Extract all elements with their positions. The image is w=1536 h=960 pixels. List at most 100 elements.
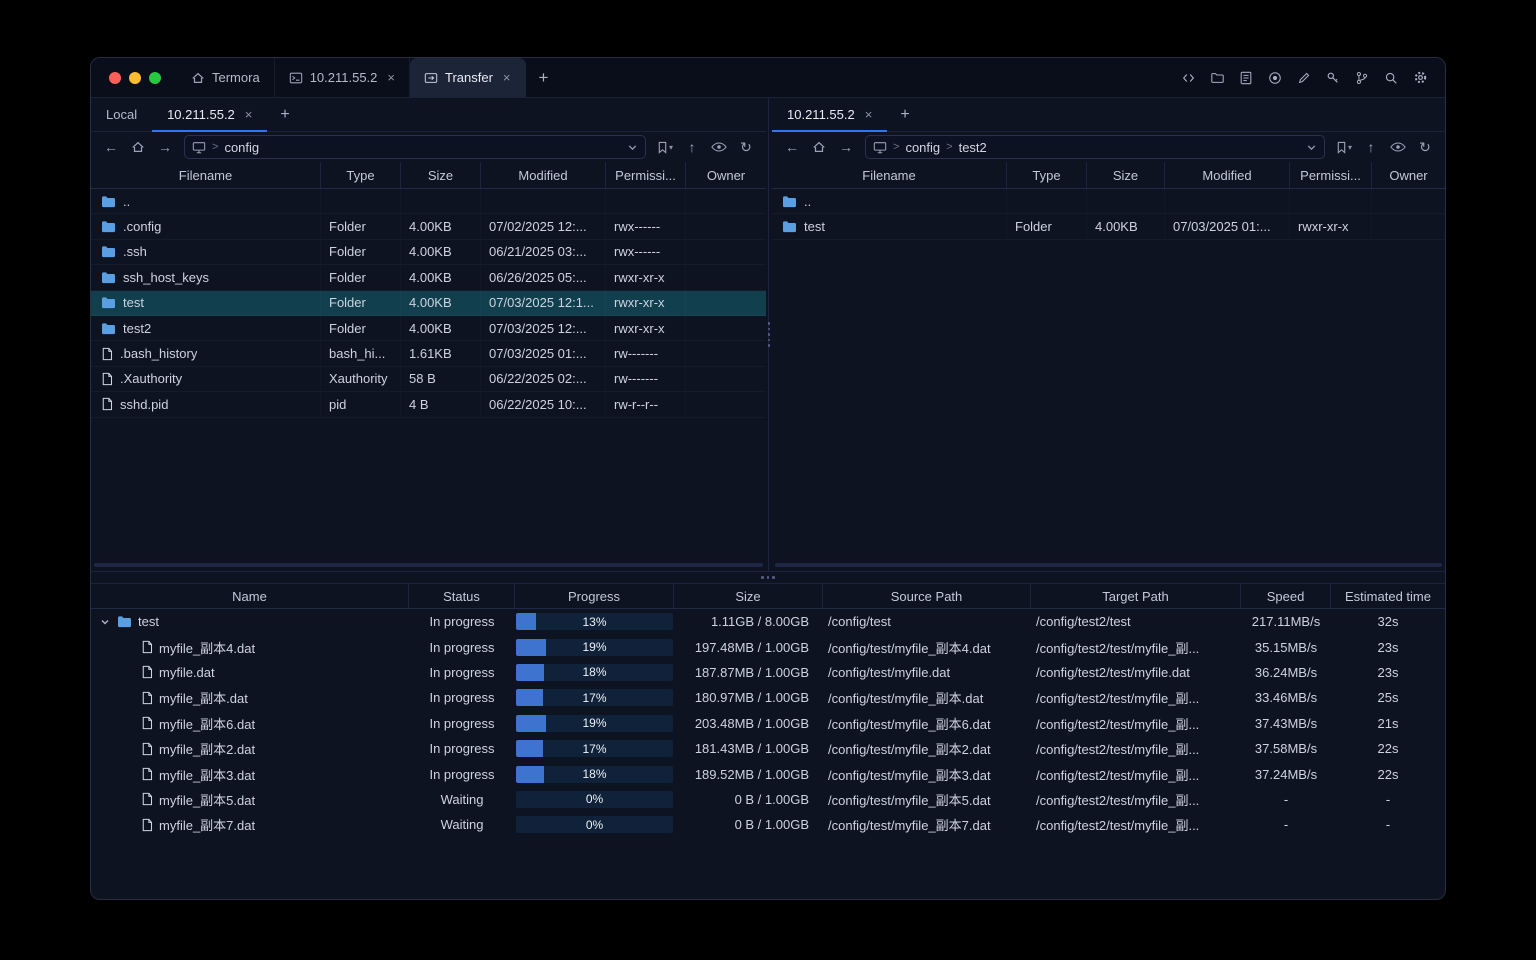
- splitter-handle-icon: [761, 576, 775, 579]
- transfer-row[interactable]: myfile_副本.dat In progress 17% 180.97MB / 1.…: [91, 685, 1445, 710]
- file-row[interactable]: test Folder 4.00KB 07/03/2025 12:1... rwxr-x…: [91, 290, 766, 316]
- file-icon: [101, 397, 113, 411]
- back-button[interactable]: ←: [99, 135, 123, 159]
- transfer-row[interactable]: myfile_副本5.dat Waiting 0% 0 B / 1.00GB/conf…: [91, 787, 1445, 812]
- transfer-row[interactable]: myfile_副本7.dat Waiting 0% 0 B / 1.00GB/conf…: [91, 812, 1445, 837]
- breadcrumb-item[interactable]: config: [905, 140, 940, 155]
- transfer-row[interactable]: myfile_副本3.dat In progress 18% 189.52MB / 1…: [91, 761, 1445, 786]
- transfer-row[interactable]: myfile_副本6.dat In progress 19% 203.48MB / 1…: [91, 711, 1445, 736]
- column-header-status[interactable]: Status: [409, 584, 515, 608]
- home-button[interactable]: [807, 135, 831, 159]
- column-header-permissi[interactable]: Permissi...: [1290, 162, 1372, 188]
- file-row[interactable]: sshd.pid pid 4 B 06/22/2025 10:... rw-r--r--: [91, 392, 766, 417]
- column-header-estimated-time[interactable]: Estimated time: [1331, 584, 1445, 608]
- transfer-row[interactable]: myfile.dat In progress 18% 187.87MB / 1.00G…: [91, 660, 1445, 685]
- breadcrumb-item[interactable]: config: [224, 140, 259, 155]
- tab-remote-10-211-55-2[interactable]: 10.211.55.2 ×: [152, 98, 268, 132]
- column-header-size[interactable]: Size: [401, 162, 481, 188]
- chevron-down-icon[interactable]: [627, 142, 638, 153]
- transfer-row[interactable]: test In progress 13% 1.11GB / 8.00GB/config…: [91, 609, 1445, 634]
- path-bar[interactable]: > config: [184, 135, 646, 159]
- column-header-size[interactable]: Size: [674, 584, 823, 608]
- edit-icon[interactable]: [1295, 69, 1313, 87]
- search-icon[interactable]: [1382, 69, 1400, 87]
- bookmark-button[interactable]: ▾: [1332, 135, 1356, 159]
- minimize-window-button[interactable]: [129, 71, 141, 84]
- column-header-type[interactable]: Type: [321, 162, 401, 188]
- path-bar[interactable]: > config > test2: [865, 135, 1325, 159]
- column-header-progress[interactable]: Progress: [515, 584, 674, 608]
- tab-transfer[interactable]: Transfer ×: [410, 58, 526, 97]
- column-header-owner[interactable]: Owner: [1372, 162, 1445, 188]
- estimated-time-cell: -: [1385, 791, 1391, 807]
- progress-bar: 18%: [516, 765, 673, 783]
- back-button[interactable]: ←: [780, 135, 804, 159]
- progress-cell: 13%: [515, 609, 674, 634]
- file-row[interactable]: ..: [772, 189, 1445, 214]
- column-header-type[interactable]: Type: [1007, 162, 1087, 188]
- new-pane-tab-button[interactable]: +: [887, 98, 922, 131]
- column-header-owner[interactable]: Owner: [686, 162, 766, 188]
- transfer-row[interactable]: myfile_副本4.dat In progress 19% 197.48MB / 1…: [91, 634, 1445, 659]
- file-row[interactable]: test Folder 4.00KB 07/03/2025 01:... rwxr-xr…: [772, 214, 1445, 239]
- show-hidden-button[interactable]: [1386, 135, 1410, 159]
- filename-cell: test: [772, 214, 1007, 238]
- forward-button[interactable]: →: [834, 135, 858, 159]
- horizontal-scrollbar[interactable]: [775, 563, 1442, 567]
- transfer-name-cell: myfile_副本2.dat: [91, 736, 409, 761]
- branch-icon[interactable]: [1353, 69, 1371, 87]
- parent-directory-button[interactable]: ↑: [1359, 135, 1383, 159]
- column-header-filename[interactable]: Filename: [772, 162, 1007, 188]
- column-header-target-path[interactable]: Target Path: [1031, 584, 1241, 608]
- file-row[interactable]: .ssh Folder 4.00KB 06/21/2025 03:... rwx----…: [91, 240, 766, 265]
- zoom-window-button[interactable]: [149, 71, 161, 84]
- file-row[interactable]: .bash_history bash_hi... 1.61KB 07/03/2025 …: [91, 341, 766, 366]
- file-row[interactable]: .Xauthority Xauthority 58 B 06/22/2025 02:.…: [91, 367, 766, 392]
- column-header-filename[interactable]: Filename: [91, 162, 321, 188]
- home-button[interactable]: [126, 135, 150, 159]
- close-tab-icon[interactable]: ×: [865, 107, 873, 122]
- breadcrumb-item[interactable]: test2: [959, 140, 987, 155]
- forward-button[interactable]: →: [153, 135, 177, 159]
- column-header-size[interactable]: Size: [1087, 162, 1165, 188]
- code-icon[interactable]: [1179, 69, 1197, 87]
- file-row[interactable]: test2 Folder 4.00KB 07/03/2025 12:... rwxr-x…: [91, 316, 766, 341]
- refresh-button[interactable]: ↻: [734, 135, 758, 159]
- column-header-modified[interactable]: Modified: [481, 162, 606, 188]
- refresh-button[interactable]: ↻: [1413, 135, 1437, 159]
- column-header-modified[interactable]: Modified: [1165, 162, 1290, 188]
- close-tab-icon[interactable]: ×: [387, 70, 395, 85]
- file-row[interactable]: .config Folder 4.00KB 07/02/2025 12:... rwx-…: [91, 214, 766, 239]
- transfer-row[interactable]: myfile_副本2.dat In progress 17% 181.43MB / 1…: [91, 736, 1445, 761]
- column-header-name[interactable]: Name: [91, 584, 409, 608]
- plus-icon: +: [900, 105, 910, 123]
- left-file-pane: Local 10.211.55.2 × + ← → > config ▾ ↑ ↻…: [91, 98, 766, 571]
- new-tab-button[interactable]: +: [526, 58, 562, 97]
- close-tab-icon[interactable]: ×: [503, 70, 511, 85]
- horizontal-scrollbar[interactable]: [94, 563, 763, 567]
- folder-icon[interactable]: [1208, 69, 1226, 87]
- record-icon[interactable]: [1266, 69, 1284, 87]
- new-pane-tab-button[interactable]: +: [267, 98, 302, 131]
- parent-directory-button[interactable]: ↑: [680, 135, 704, 159]
- close-tab-icon[interactable]: ×: [245, 107, 253, 122]
- expand-chevron-icon[interactable]: [99, 617, 111, 627]
- tab-local[interactable]: Local: [91, 98, 152, 131]
- log-icon[interactable]: [1237, 69, 1255, 87]
- transfer-splitter[interactable]: [91, 571, 1445, 583]
- close-window-button[interactable]: [109, 71, 121, 84]
- file-row[interactable]: ssh_host_keys Folder 4.00KB 06/26/2025 05:.…: [91, 265, 766, 290]
- tab-remote-10-211-55-2[interactable]: 10.211.55.2 ×: [772, 98, 888, 132]
- chevron-down-icon[interactable]: [1306, 142, 1317, 153]
- column-header-permissi[interactable]: Permissi...: [606, 162, 686, 188]
- show-hidden-button[interactable]: [707, 135, 731, 159]
- bookmark-button[interactable]: ▾: [653, 135, 677, 159]
- settings-icon[interactable]: [1411, 69, 1429, 87]
- file-row[interactable]: ..: [91, 189, 766, 214]
- file-table-header: Filename Type Size Modified Permissi... Owner: [91, 162, 766, 189]
- column-header-speed[interactable]: Speed: [1241, 584, 1331, 608]
- key-icon[interactable]: [1324, 69, 1342, 87]
- tab-host-10-211-55-2[interactable]: 10.211.55.2 ×: [275, 58, 410, 97]
- tab-termora[interactable]: Termora: [177, 58, 275, 97]
- column-header-source-path[interactable]: Source Path: [823, 584, 1031, 608]
